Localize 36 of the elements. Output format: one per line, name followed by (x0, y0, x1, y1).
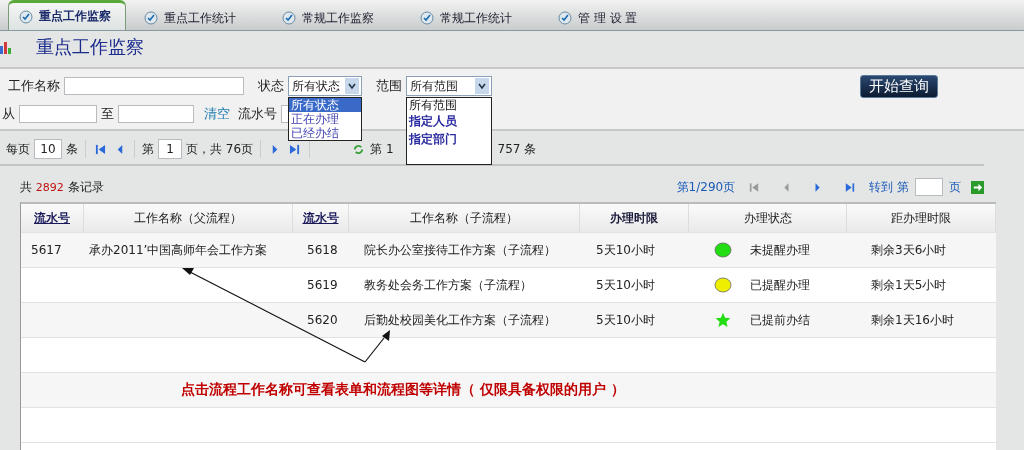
table-cell: 5617 (31, 243, 62, 257)
field-label: 工作名称 (8, 77, 60, 95)
field-label: 流水号 (238, 105, 277, 123)
pager-label: 757 条 (497, 140, 537, 158)
pager-label: 每页 (6, 140, 30, 158)
goto-label: 页 (949, 178, 961, 196)
table-cell: 5天10小时 (596, 241, 655, 259)
pager-label: 第 (142, 140, 154, 158)
column-header: 工作名称（父流程） (134, 209, 242, 227)
column-header: 办理时限 (610, 209, 658, 227)
pager-label: 第 1 (370, 140, 394, 158)
pager-label: 页，共 76页 (186, 140, 254, 158)
annotation-text: 点击流程工作名称可查看表单和流程图等详情（ 仅限具备权限的用户 ） (181, 381, 625, 399)
table-cell: 5天10小时 (596, 311, 655, 329)
page-title: 重点工作监察 (36, 35, 144, 59)
field-label: 从 (2, 105, 15, 123)
table-cell: 已提醒办理 (750, 276, 810, 294)
table-cell: 5618 (307, 243, 338, 257)
column-header: 办理状态 (743, 209, 792, 227)
pager-label: 条 (66, 140, 78, 158)
column-header: 距办理时限 (891, 209, 951, 227)
table-cell: 剩余3天6小时 (871, 241, 947, 259)
field-label: 范围 (376, 77, 402, 95)
record-count: 共 2892 条记录 (20, 178, 104, 196)
column-header: 工作名称（子流程） (410, 209, 518, 227)
table-cell: 5620 (307, 313, 338, 327)
field-label: 至 (101, 105, 114, 123)
table-cell: 剩余1天5小时 (871, 276, 947, 294)
page-info: 第1/290页 (676, 178, 736, 196)
table-cell: 5天10小时 (596, 276, 655, 294)
table-cell: 5619 (307, 278, 338, 292)
field-label: 状态 (258, 77, 284, 95)
table-cell: 未提醒办理 (750, 241, 810, 259)
table-cell: 已提前办结 (750, 311, 810, 329)
table-cell: 剩余1天16小时 (871, 311, 954, 329)
goto-label: 转到 第 (869, 178, 909, 196)
